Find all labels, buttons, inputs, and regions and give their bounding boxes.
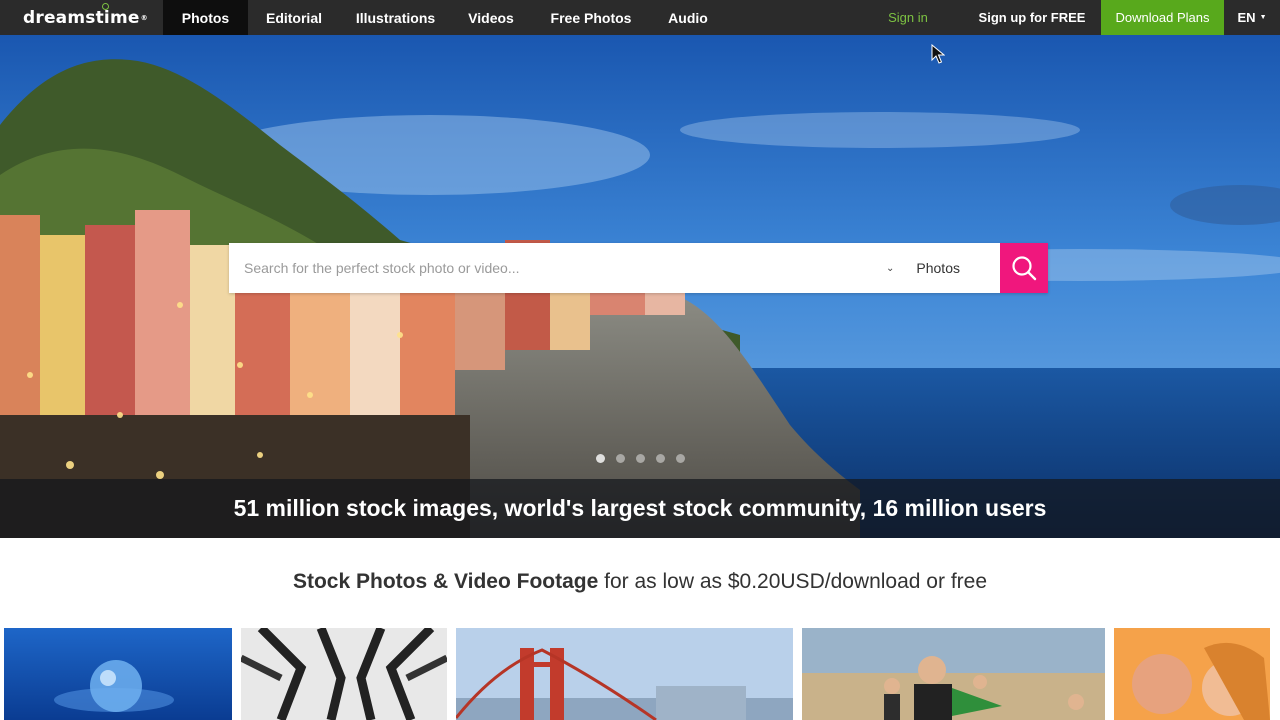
language-label: EN <box>1237 10 1256 25</box>
nav-tab-videos[interactable]: Videos <box>451 0 531 35</box>
top-navigation-bar: dreamstime ® Photos Editorial Illustratio… <box>0 0 1280 35</box>
tiger-fur-image <box>241 628 447 720</box>
tagline: Stock Photos & Video Footage for as low … <box>0 570 1280 594</box>
sign-up-link[interactable]: Sign up for FREE <box>969 0 1095 35</box>
main-nav: Photos Editorial Illustrations Videos Fr… <box>163 0 725 35</box>
thumbnail-water-drop[interactable] <box>4 628 232 720</box>
thumbnail-business-heroes[interactable] <box>802 628 1105 720</box>
search-button[interactable] <box>1000 243 1048 293</box>
nav-tab-free-photos[interactable]: Free Photos <box>531 0 651 35</box>
account-nav: Sign in Sign up for FREE Download Plans … <box>867 0 1280 35</box>
mouse-cursor-icon <box>931 44 945 64</box>
water-drop-image <box>4 628 232 720</box>
slide-dot[interactable] <box>676 454 685 463</box>
search-input[interactable] <box>229 243 872 293</box>
tagline-bold: Stock Photos & Video Footage <box>292 570 599 593</box>
logo-text: dreamstime <box>23 7 140 28</box>
caret-down-icon: ▼ <box>1259 14 1267 21</box>
slide-dot[interactable] <box>596 454 605 463</box>
logo-registered-mark: ® <box>140 13 148 22</box>
thumbnail-golden-gate[interactable] <box>456 628 793 720</box>
search-bar: ⌄ Photos <box>229 243 1048 293</box>
nav-tab-illustrations[interactable]: Illustrations <box>340 0 451 35</box>
search-category-dropdown[interactable]: ⌄ Photos <box>872 243 1000 293</box>
dreamstime-logo[interactable]: dreamstime ® <box>0 0 163 35</box>
search-category-label: Photos <box>916 260 960 276</box>
golden-gate-image <box>456 628 793 720</box>
thumbnail-couple[interactable] <box>1114 628 1270 720</box>
nav-tab-photos[interactable]: Photos <box>163 0 248 35</box>
slide-dot[interactable] <box>656 454 665 463</box>
hero-banner-text: 51 million stock images, world's largest… <box>0 479 1280 538</box>
download-plans-button[interactable]: Download Plans <box>1101 0 1224 35</box>
nav-tab-audio[interactable]: Audio <box>651 0 725 35</box>
slideshow-dots <box>596 454 685 463</box>
chevron-down-icon: ⌄ <box>886 262 895 274</box>
nav-tab-editorial[interactable]: Editorial <box>248 0 340 35</box>
slide-dot[interactable] <box>616 454 625 463</box>
couple-image <box>1114 628 1270 720</box>
magnifier-icon <box>1012 256 1037 281</box>
thumbnail-tiger-fur[interactable] <box>241 628 447 720</box>
hero-slideshow: ⌄ Photos 51 million stock images, world'… <box>0 35 1280 538</box>
sign-in-link[interactable]: Sign in <box>867 0 949 35</box>
business-heroes-image <box>802 628 1105 720</box>
language-selector[interactable]: EN ▼ <box>1224 0 1280 35</box>
slide-dot[interactable] <box>636 454 645 463</box>
logo-dot-icon <box>102 3 109 10</box>
tagline-rest: for as low as $0.20USD/download or free <box>598 570 988 593</box>
